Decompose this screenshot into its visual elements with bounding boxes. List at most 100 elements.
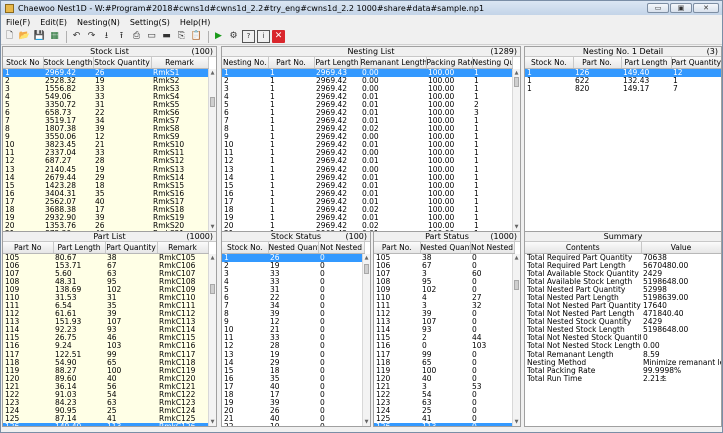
open-folder-icon[interactable]: 📂 [18, 30, 31, 43]
menu-help[interactable]: Help(H) [175, 18, 216, 27]
column-header[interactable]: Nesting No. [222, 57, 269, 69]
table-row[interactable]: 5 1 2969.42 0.01 100.00 2 [222, 101, 512, 109]
table-row[interactable]: 126149.40113RmkC126 [3, 423, 208, 426]
table-row[interactable]: 115 2 44 [374, 334, 514, 342]
menu-nesting[interactable]: Nesting(N) [72, 18, 125, 27]
table-row[interactable]: 8 1807.38 39 RmkS8 [3, 125, 208, 134]
help-icon[interactable]: ? [242, 30, 255, 43]
table-row[interactable]: 116 0 103 [374, 342, 514, 350]
table-row[interactable]: Nesting Method Minimize remanant length [525, 359, 721, 367]
table-row[interactable]: Total Not Nested Part Quantity 17640 [525, 302, 721, 310]
vertical-scrollbar[interactable]: ▲ ▼ [512, 254, 520, 426]
column-header[interactable]: Remanant Length [360, 57, 427, 69]
table-row[interactable]: 18 17 0 [222, 391, 364, 399]
export-icon[interactable]: ⭱ [115, 30, 128, 43]
table-row[interactable]: 110 4 27 [374, 294, 514, 302]
table-row[interactable]: 22100 [222, 423, 364, 426]
table-row[interactable]: 121 36.14 56 RmkC121 [3, 382, 208, 391]
table-row[interactable]: 11 2337.04 33 RmkS11 [3, 149, 208, 158]
stop-icon[interactable]: ✕ [272, 30, 285, 43]
scroll-up-icon[interactable]: ▲ [363, 254, 370, 262]
table-row[interactable]: 118 65 0 [374, 359, 514, 367]
table-row[interactable]: 114 93 0 [374, 326, 514, 334]
column-header[interactable]: Stock No. [222, 242, 269, 254]
column-header[interactable]: Stock No. [525, 57, 574, 69]
table-row[interactable]: 10 1 2969.42 0.01 100.00 1 [222, 141, 512, 149]
table-row[interactable]: 113 107 0 [374, 318, 514, 326]
table-row[interactable]: 13 19 0 [222, 351, 364, 359]
table-row[interactable]: Total Available Stock Length 5198648.00 [525, 278, 721, 286]
table-row[interactable]: 125 41 0 [374, 415, 514, 423]
table-row[interactable]: Total Nested Stock Length 5198648.00 [525, 326, 721, 334]
table-row[interactable]: Total Run Time 2.21초 [525, 375, 721, 383]
column-header[interactable]: Stock Quantity [93, 57, 152, 69]
part-icon[interactable]: ▬ [160, 30, 173, 43]
column-header[interactable]: Packing Rate [426, 57, 473, 69]
column-header[interactable]: Stock Length [43, 57, 94, 69]
table-row[interactable]: 8 1 2969.42 0.02 100.00 1 [222, 125, 512, 133]
column-header[interactable]: Stock No [3, 57, 44, 69]
table-row[interactable]: 120 40 0 [374, 375, 514, 383]
table-row[interactable]: 14 2679.44 29 RmkS14 [3, 173, 208, 182]
table-row[interactable]: 1 126 149.40 12 [525, 68, 721, 77]
column-header[interactable]: Remark [157, 242, 209, 254]
table-row[interactable]: 117 99 0 [374, 351, 514, 359]
table-row[interactable]: 15 1 2969.42 0.01 100.00 1 [222, 182, 512, 190]
table-row[interactable]: 17 2562.07 40 RmkS17 [3, 197, 208, 206]
table-row[interactable]: 3 1556.82 33 RmkS3 [3, 84, 208, 93]
table-row[interactable]: 118 54.90 65 RmkC118 [3, 358, 208, 367]
table-row[interactable]: 16 35 0 [222, 375, 364, 383]
close-button[interactable]: ✕ [693, 3, 719, 13]
column-header[interactable]: Part Length [621, 57, 672, 69]
table-row[interactable]: Total Required Part Length 5670480.00 [525, 262, 721, 270]
table-row[interactable]: 124 90.95 25 RmkC124 [3, 407, 208, 416]
table-row[interactable]: 7 34 0 [222, 302, 364, 310]
table-row[interactable]: 14 29 0 [222, 359, 364, 367]
table-row[interactable]: 1 622 132.43 1 [525, 77, 721, 85]
column-header[interactable]: Part Quantity [105, 242, 158, 254]
table-row[interactable]: 16 3404.31 35 RmkS16 [3, 189, 208, 198]
table-row[interactable]: Total Nested Part Quantity 52998 [525, 286, 721, 294]
table-row[interactable]: 9 1 2969.42 0.00 100.00 1 [222, 133, 512, 141]
table-row[interactable]: 16 1 2969.42 0.01 100.00 1 [222, 190, 512, 198]
scroll-up-icon[interactable]: ▲ [209, 69, 216, 77]
table-row[interactable]: 125 87.14 41 RmkC125 [3, 415, 208, 424]
maximize-button[interactable]: ▣ [670, 3, 692, 13]
minimize-button[interactable]: ▭ [647, 3, 669, 13]
paste-icon[interactable]: 📋 [190, 30, 203, 43]
table-row[interactable]: 11 1 2969.42 0.00 100.00 1 [222, 149, 512, 157]
table-row[interactable]: 122 54 0 [374, 391, 514, 399]
vertical-scrollbar[interactable]: ▲ ▼ [208, 254, 216, 426]
table-row[interactable]: 111 3 32 [374, 302, 514, 310]
column-header[interactable]: Remark [151, 57, 209, 69]
table-row[interactable]: 119 100 0 [374, 367, 514, 375]
column-header[interactable]: Part No. [573, 57, 622, 69]
menu-file[interactable]: File(F) [1, 18, 35, 27]
table-row[interactable]: 6 22 0 [222, 294, 364, 302]
stock-icon[interactable]: ▭ [145, 30, 158, 43]
table-row[interactable]: 9 3550.06 12 RmkS9 [3, 133, 208, 142]
table-row[interactable]: 1 26 0 [222, 253, 364, 262]
column-header[interactable]: Part No [3, 242, 54, 254]
table-row[interactable]: 108 48.31 95 RmkC108 [3, 277, 208, 286]
table-row[interactable]: 116 9.24 103 RmkC116 [3, 342, 208, 351]
column-header[interactable]: Part No. [374, 242, 421, 254]
menu-setting[interactable]: Setting(S) [125, 18, 175, 27]
table-row[interactable]: Total Not Nested Stock Quantity 0 [525, 334, 721, 342]
table-row[interactable]: 13 1 2969.42 0.00 100.00 1 [222, 166, 512, 174]
table-row[interactable]: Total Not Nested Part Length 471840.40 [525, 310, 721, 318]
table-row[interactable]: 109 102 0 [374, 286, 514, 294]
table-row[interactable]: 110 31.53 31 RmkC110 [3, 293, 208, 302]
table-row[interactable]: 10 21 0 [222, 326, 364, 334]
table-row[interactable]: 18 1 2969.42 0.02 100.00 1 [222, 206, 512, 214]
table-row[interactable]: 109 138.69 102 RmkC109 [3, 285, 208, 294]
copy-icon[interactable]: ⎘ [175, 30, 188, 43]
column-header[interactable]: Contents [525, 242, 642, 254]
table-row[interactable]: 105 80.67 38 RmkC105 [3, 253, 208, 262]
table-row[interactable]: 2 2528.32 19 RmkS2 [3, 76, 208, 85]
save-icon[interactable]: 💾 [33, 30, 46, 43]
table-row[interactable]: Total Packing Rate 99.9998% [525, 367, 721, 375]
scroll-down-icon[interactable]: ▼ [209, 223, 216, 231]
table-row[interactable]: 107 3 60 [374, 270, 514, 278]
table-row[interactable]: 2 19 0 [222, 262, 364, 270]
